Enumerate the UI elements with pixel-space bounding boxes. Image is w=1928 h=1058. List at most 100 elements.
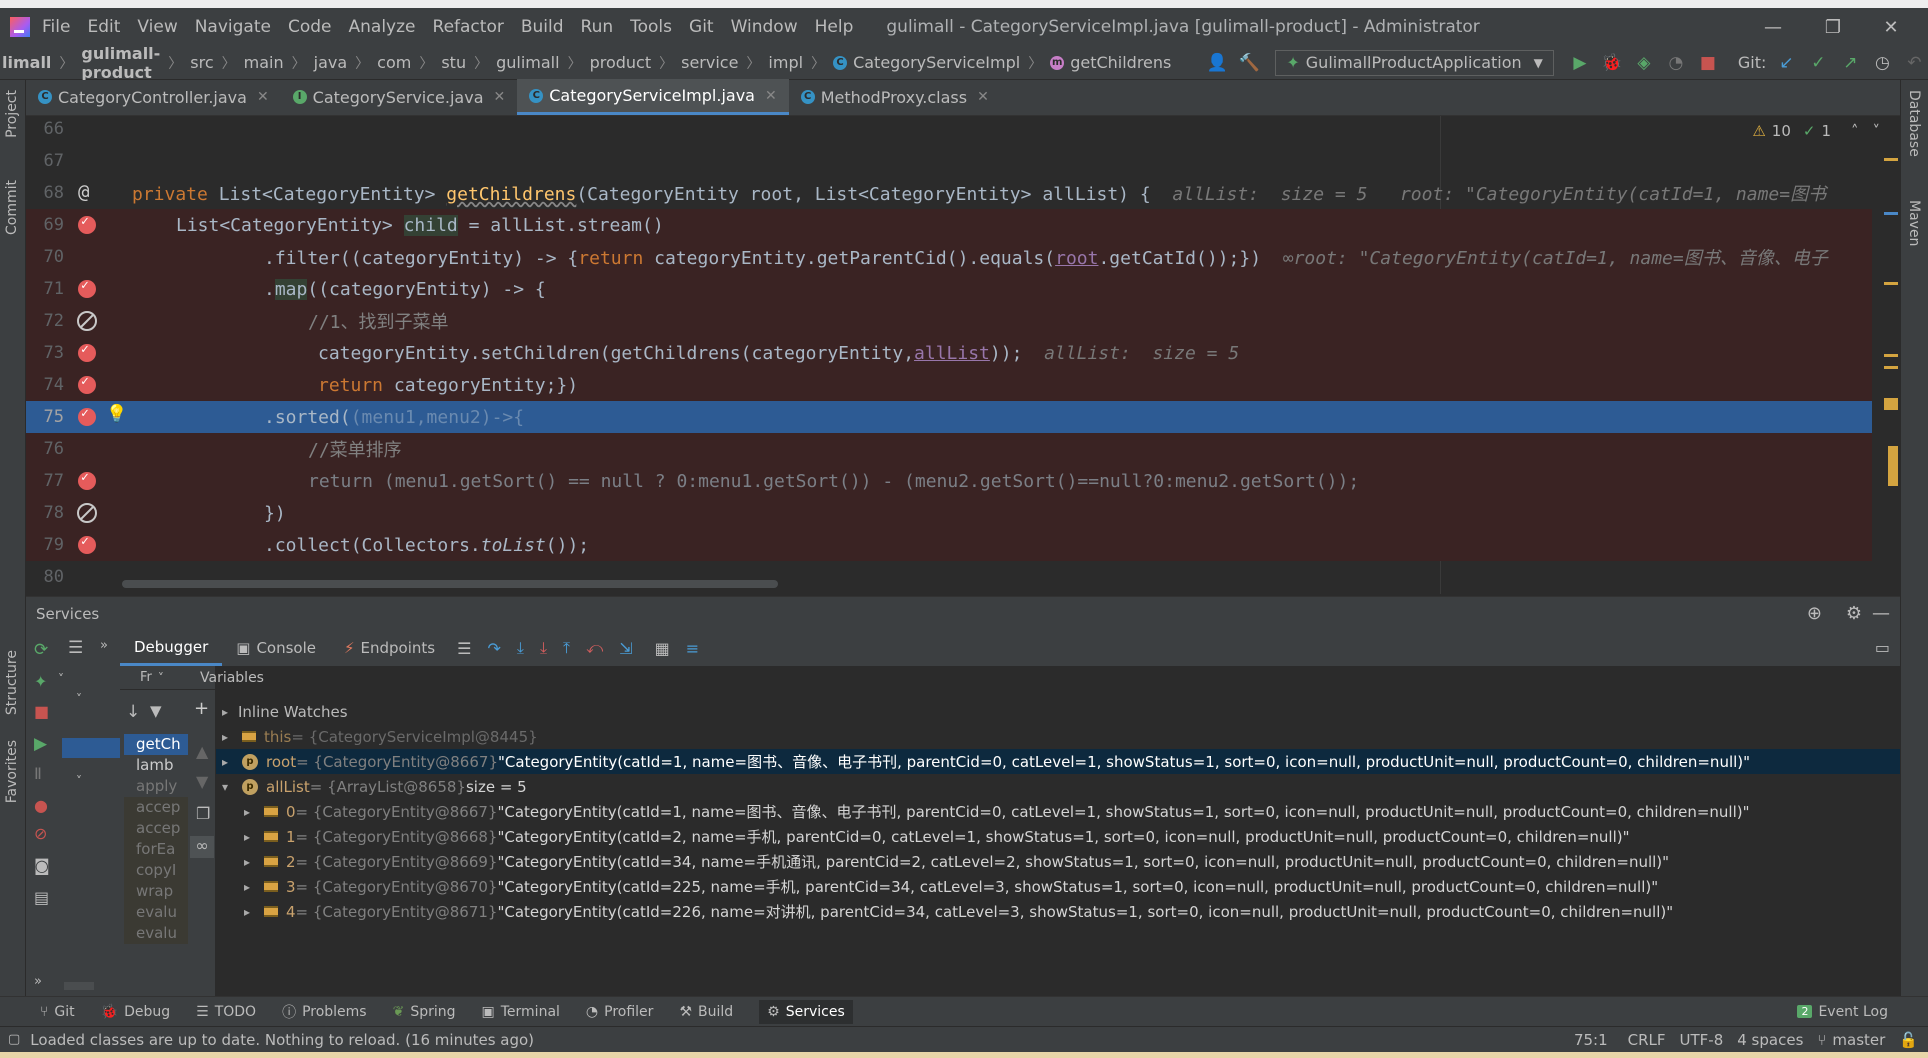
- copy-icon[interactable]: ❐: [196, 804, 210, 823]
- lightbulb-icon[interactable]: 💡: [106, 404, 127, 424]
- chevron-down-icon[interactable]: ˅: [58, 672, 64, 686]
- close-tab-icon[interactable]: ✕: [765, 88, 777, 104]
- run-to-cursor-icon[interactable]: ⇲: [619, 639, 632, 658]
- git-update-icon[interactable]: ↙: [1774, 51, 1798, 75]
- breakpoint-icon[interactable]: [78, 470, 96, 490]
- more-icon[interactable]: »: [34, 974, 42, 989]
- breadcrumb-gulimall[interactable]: gulimall: [496, 53, 559, 72]
- breakpoint-icon[interactable]: [78, 406, 96, 426]
- history-icon[interactable]: ◷: [1870, 51, 1894, 75]
- filter-icon[interactable]: ▼: [150, 702, 162, 720]
- commit-tool-tab[interactable]: Commit: [4, 180, 20, 235]
- crosshair-icon[interactable]: ⊕: [1807, 603, 1822, 624]
- chevron-right-icon[interactable]: ▸: [216, 730, 234, 744]
- gutter[interactable]: [64, 369, 122, 401]
- tool-tab-git[interactable]: ⑂ Git: [40, 1004, 75, 1020]
- tool-tab-terminal[interactable]: ▣ Terminal: [482, 1004, 560, 1020]
- resume-icon[interactable]: ▶: [34, 734, 47, 754]
- tab-category-service[interactable]: I CategoryService.java ✕: [281, 79, 518, 115]
- variable-row[interactable]: ▸ 3 = {CategoryEntity@8670} "CategoryEnt…: [216, 874, 1900, 899]
- breakpoint-icon[interactable]: [78, 342, 96, 362]
- frame-item[interactable]: copyI: [124, 860, 188, 881]
- variable-row[interactable]: ▸ 2 = {CategoryEntity@8669} "CategoryEnt…: [216, 849, 1900, 874]
- chevron-right-icon[interactable]: ▸: [238, 855, 256, 869]
- arrow-up-icon[interactable]: ▲: [196, 742, 208, 761]
- variable-row[interactable]: ▸ 1 = {CategoryEntity@8668} "CategoryEnt…: [216, 824, 1900, 849]
- menu-analyze[interactable]: Analyze: [349, 17, 416, 37]
- breakpoint-icon[interactable]: [78, 374, 96, 394]
- tree-scrollbar[interactable]: [64, 982, 94, 990]
- chevron-down-icon[interactable]: ˅: [1873, 122, 1881, 140]
- error-stripe-mark[interactable]: [1884, 212, 1898, 215]
- frame-item[interactable]: forEa: [124, 839, 188, 860]
- breakpoint-icon[interactable]: [78, 278, 96, 298]
- debug-icon[interactable]: 🐞: [1600, 51, 1624, 75]
- caret-position[interactable]: 75:1: [1574, 1031, 1608, 1049]
- breadcrumb-java[interactable]: java: [314, 53, 348, 72]
- build-hammer-icon[interactable]: 🔨: [1237, 51, 1261, 75]
- menu-file[interactable]: File: [42, 17, 70, 37]
- chevron-right-icon[interactable]: ▸: [216, 705, 234, 719]
- event-log-button[interactable]: 2 Event Log: [1797, 1004, 1888, 1020]
- variable-row-inline-watches[interactable]: ▸ Inline Watches: [216, 699, 1900, 724]
- frame-item[interactable]: accep: [124, 818, 188, 839]
- breadcrumb-stu[interactable]: stu: [441, 53, 466, 72]
- menu-build[interactable]: Build: [521, 17, 564, 37]
- git-branch[interactable]: master: [1832, 1031, 1885, 1049]
- chevron-down-icon[interactable]: ▾: [216, 780, 234, 794]
- file-encoding[interactable]: UTF-8: [1680, 1031, 1724, 1049]
- run-icon[interactable]: ▶: [1568, 51, 1592, 75]
- variable-row[interactable]: ▸ 4 = {CategoryEntity@8671} "CategoryEnt…: [216, 899, 1900, 924]
- breadcrumb-com[interactable]: com: [377, 53, 411, 72]
- tool-tab-problems[interactable]: ⓘ Problems: [282, 1002, 367, 1022]
- evaluate-icon[interactable]: ▦: [655, 639, 670, 658]
- profiler-icon[interactable]: ◔: [1664, 51, 1688, 75]
- arrow-down-icon[interactable]: ↓: [126, 702, 140, 722]
- stop-icon[interactable]: ■: [34, 702, 49, 721]
- chevron-right-icon[interactable]: ▸: [238, 880, 256, 894]
- breadcrumb-service[interactable]: service: [681, 53, 738, 72]
- step-out-icon[interactable]: ⤒: [563, 638, 570, 658]
- tree-selection[interactable]: [62, 738, 120, 758]
- close-tab-icon[interactable]: ✕: [977, 89, 989, 105]
- gutter[interactable]: [64, 337, 122, 369]
- frame-item[interactable]: wrap: [124, 881, 188, 902]
- chevron-right-icon[interactable]: ▸: [238, 805, 256, 819]
- tab-endpoints[interactable]: ⚡ Endpoints: [330, 630, 449, 666]
- gutter[interactable]: [64, 529, 122, 561]
- breadcrumb-project[interactable]: limall: [2, 53, 51, 72]
- threads-icon[interactable]: ☰: [457, 639, 471, 658]
- frame-item[interactable]: apply: [124, 776, 188, 797]
- line-separator[interactable]: CRLF: [1628, 1031, 1666, 1049]
- watches-toggle-icon[interactable]: ∞: [190, 836, 214, 858]
- favorites-tool-tab[interactable]: Favorites: [4, 740, 20, 803]
- close-icon[interactable]: ✕: [1866, 8, 1916, 46]
- error-stripe-mark[interactable]: [1884, 354, 1898, 357]
- chevron-right-icon[interactable]: ▸: [238, 905, 256, 919]
- chevron-down-icon[interactable]: ˅: [76, 774, 82, 788]
- gutter[interactable]: [64, 465, 122, 497]
- layout-icon[interactable]: ▤: [34, 888, 49, 907]
- menu-view[interactable]: View: [137, 17, 177, 37]
- menu-window[interactable]: Window: [731, 17, 798, 37]
- refresh-icon[interactable]: ⟳: [34, 640, 48, 660]
- disabled-breakpoint-icon[interactable]: [77, 503, 97, 523]
- tab-method-proxy[interactable]: C MethodProxy.class ✕: [789, 79, 1001, 115]
- frame-item[interactable]: accep: [124, 797, 188, 818]
- pause-icon[interactable]: Ⅱ: [34, 764, 42, 783]
- camera-icon[interactable]: ◙: [34, 856, 50, 875]
- spring-bean-icon[interactable]: @: [78, 181, 89, 203]
- user-icon[interactable]: 👤: [1205, 51, 1229, 75]
- variable-row[interactable]: ▾ p allList = {ArrayList@8658} size = 5: [216, 774, 1900, 799]
- git-push-icon[interactable]: ↗: [1838, 51, 1862, 75]
- database-tool-tab[interactable]: Database: [1906, 90, 1922, 157]
- tool-tab-build[interactable]: ⚒ Build: [679, 1004, 733, 1020]
- error-stripe-mark[interactable]: [1884, 158, 1898, 161]
- menu-refactor[interactable]: Refactor: [433, 17, 504, 37]
- menu-tools[interactable]: Tools: [630, 17, 672, 37]
- tool-tab-debug[interactable]: 🐞 Debug: [101, 1004, 170, 1020]
- chevron-right-icon[interactable]: ▸: [238, 830, 256, 844]
- breadcrumb-impl[interactable]: impl: [768, 53, 803, 72]
- view-breakpoints-icon[interactable]: ●: [34, 796, 48, 815]
- tab-category-controller[interactable]: C CategoryController.java ✕: [26, 79, 281, 115]
